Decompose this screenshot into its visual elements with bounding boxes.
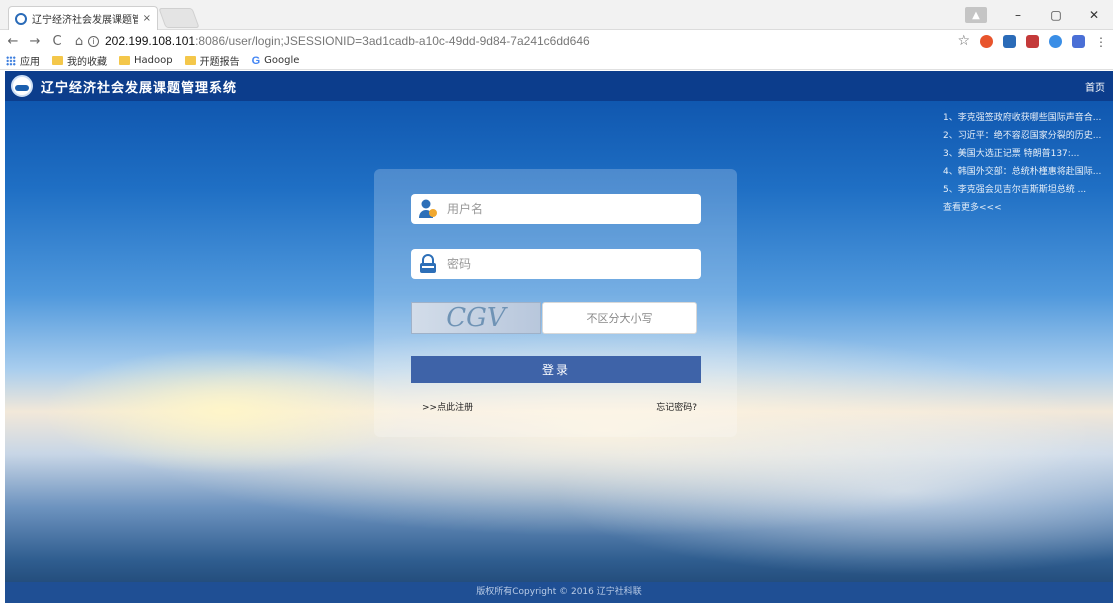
extension-icon[interactable]: [1072, 34, 1085, 48]
bookmark-google[interactable]: G Google: [252, 55, 300, 67]
bookmark-folder[interactable]: Hadoop: [119, 55, 173, 66]
address-bar[interactable]: i 202.199.108.101:8086/user/login;JSESSI…: [88, 31, 968, 51]
login-panel: CGV 登录 >>点此注册 忘记密码?: [374, 169, 737, 437]
captcha-field[interactable]: [542, 302, 697, 334]
tab-title: 辽宁经济社会发展课题管: [32, 15, 138, 26]
lock-icon: [420, 254, 436, 273]
maximize-button[interactable]: ▢: [1037, 8, 1075, 22]
user-icon: [419, 199, 437, 218]
bookmark-folder[interactable]: 我的收藏: [52, 53, 107, 68]
news-more-link[interactable]: 查看更多<<<: [943, 199, 1111, 217]
news-list: 1、李克强签政府收获哪些国际声音合... 2、习近平：绝不容忍国家分裂的历史..…: [943, 109, 1111, 217]
register-link[interactable]: >>点此注册: [422, 400, 473, 413]
site-header: 辽宁经济社会发展课题管理系统 首页: [5, 71, 1113, 101]
reload-icon[interactable]: C: [48, 34, 66, 49]
captcha-image[interactable]: CGV: [411, 302, 541, 334]
site-favicon-icon: [15, 12, 27, 25]
login-button[interactable]: 登录: [411, 356, 701, 383]
browser-menu-icon[interactable]: ⋮: [1095, 35, 1107, 49]
folder-icon: [184, 56, 196, 65]
back-arrow-icon[interactable]: ←: [4, 34, 22, 49]
bookmarks-bar: 应用 我的收藏 Hadoop 开题报告 G Google: [0, 52, 1113, 70]
url-path: :8086/user/login;JSESSIONID=3ad1cadb-a10…: [195, 34, 590, 48]
news-item[interactable]: 4、韩国外交部：总统朴槿惠将赴国际...: [943, 163, 1111, 181]
site-title: 辽宁经济社会发展课题管理系统: [41, 80, 238, 96]
window-controls: ▲ – ▢ ✕: [965, 0, 1113, 30]
home-icon[interactable]: ⌂: [70, 34, 88, 49]
news-item[interactable]: 2、习近平：绝不容忍国家分裂的历史...: [943, 127, 1111, 145]
captcha-text: CGV: [446, 303, 506, 333]
forgot-password-link[interactable]: 忘记密码?: [656, 400, 697, 413]
extension-icon[interactable]: [980, 34, 993, 48]
password-input[interactable]: [447, 257, 687, 271]
news-item[interactable]: 5、李克强会见吉尔吉斯斯坦总统 ...: [943, 181, 1111, 199]
apps-grid-icon: [6, 55, 16, 66]
captcha-input[interactable]: [543, 303, 696, 333]
tab-close-icon[interactable]: ×: [143, 13, 151, 24]
username-input[interactable]: [447, 202, 687, 216]
url-host: 202.199.108.101: [105, 34, 196, 48]
bookmark-star-icon[interactable]: ☆: [957, 34, 970, 48]
minimize-button[interactable]: –: [999, 8, 1037, 22]
browser-tab[interactable]: 辽宁经济社会发展课题管 ×: [8, 6, 158, 30]
close-window-button[interactable]: ✕: [1075, 8, 1113, 22]
browser-toolbar: ← → C ⌂ i 202.199.108.101:8086/user/logi…: [0, 30, 1113, 52]
password-field[interactable]: [411, 249, 701, 279]
folder-icon: [52, 56, 63, 65]
folder-icon: [119, 56, 130, 65]
forward-arrow-icon[interactable]: →: [26, 34, 44, 49]
extensions-bar: ☆ ⋮: [957, 32, 1107, 50]
login-page: 辽宁经济社会发展课题管理系统 首页 1、李克强签政府收获哪些国际声音合... 2…: [5, 71, 1113, 603]
site-footer: 版权所有Copyright © 2016 辽宁社科联: [5, 582, 1113, 603]
home-link[interactable]: 首页: [1085, 79, 1105, 94]
bookmark-apps[interactable]: 应用: [6, 53, 40, 68]
news-item[interactable]: 1、李克强签政府收获哪些国际声音合...: [943, 109, 1111, 127]
username-field[interactable]: [411, 194, 701, 224]
bookmark-folder[interactable]: 开题报告: [184, 53, 240, 68]
extension-icon[interactable]: [1003, 34, 1016, 48]
browser-tab-strip: 辽宁经济社会发展课题管 × ▲ – ▢ ✕: [0, 0, 1113, 30]
site-info-icon[interactable]: i: [88, 35, 99, 47]
new-tab-button[interactable]: [158, 8, 200, 28]
news-item[interactable]: 3、美国大选正记票 特朗普137:...: [943, 145, 1111, 163]
extension-icon[interactable]: [1049, 34, 1062, 48]
google-icon: G: [251, 54, 261, 67]
site-logo-icon: [11, 75, 33, 97]
profile-icon[interactable]: ▲: [965, 7, 987, 23]
extension-icon[interactable]: [1026, 34, 1039, 48]
